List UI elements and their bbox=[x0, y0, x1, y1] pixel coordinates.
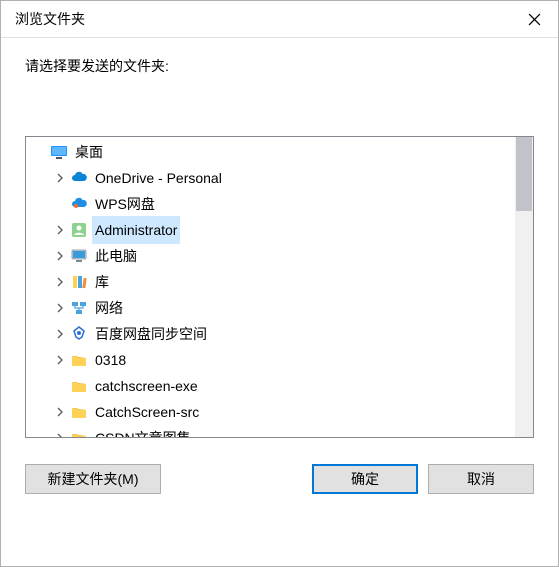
chevron-right-icon[interactable] bbox=[52, 222, 68, 238]
tree-item-label: CatchScreen-src bbox=[92, 398, 202, 426]
folder-tree-container: 桌面OneDrive - PersonalWPS网盘Administrator此… bbox=[25, 136, 534, 438]
tree-item-label: CSDN文章图集 bbox=[92, 424, 194, 437]
tree-item[interactable]: Administrator bbox=[26, 217, 515, 243]
folder-icon bbox=[70, 403, 88, 421]
user-icon-wrap bbox=[70, 221, 88, 239]
tree-item-label: 网络 bbox=[92, 294, 126, 322]
tree-item-label: OneDrive - Personal bbox=[92, 164, 225, 192]
thispc-icon bbox=[70, 247, 88, 265]
folder-icon bbox=[70, 351, 88, 369]
onedrive-icon-wrap bbox=[70, 169, 88, 187]
chevron-right-icon[interactable] bbox=[52, 274, 68, 290]
folder-icon-wrap bbox=[70, 429, 88, 437]
network-icon bbox=[70, 299, 88, 317]
chevron-right-icon[interactable] bbox=[52, 326, 68, 342]
baidu-icon-wrap bbox=[70, 325, 88, 343]
tree-item-label: 桌面 bbox=[72, 138, 106, 166]
tree-item[interactable]: CatchScreen-src bbox=[26, 399, 515, 425]
tree-item[interactable]: CSDN文章图集 bbox=[26, 425, 515, 437]
cancel-button[interactable]: 取消 bbox=[428, 464, 534, 494]
expander-placeholder bbox=[52, 196, 68, 212]
chevron-right-icon[interactable] bbox=[52, 404, 68, 420]
onedrive-icon bbox=[70, 169, 88, 187]
wps-icon bbox=[70, 195, 88, 213]
tree-item[interactable]: OneDrive - Personal bbox=[26, 165, 515, 191]
libraries-icon-wrap bbox=[70, 273, 88, 291]
folder-icon bbox=[70, 377, 88, 395]
folder-icon bbox=[70, 429, 88, 437]
chevron-right-icon[interactable] bbox=[52, 300, 68, 316]
tree-item[interactable]: catchscreen-exe bbox=[26, 373, 515, 399]
desktop-icon bbox=[50, 143, 68, 161]
folder-icon-wrap bbox=[70, 351, 88, 369]
folder-tree[interactable]: 桌面OneDrive - PersonalWPS网盘Administrator此… bbox=[26, 137, 515, 437]
folder-icon-wrap bbox=[70, 377, 88, 395]
new-folder-button[interactable]: 新建文件夹(M) bbox=[25, 464, 161, 494]
libraries-icon bbox=[70, 273, 88, 291]
prompt-label: 请选择要发送的文件夹: bbox=[25, 56, 534, 76]
tree-item-label: 此电脑 bbox=[92, 242, 140, 270]
tree-item[interactable]: 百度网盘同步空间 bbox=[26, 321, 515, 347]
close-icon bbox=[528, 13, 541, 26]
tree-item[interactable]: 网络 bbox=[26, 295, 515, 321]
window-title: 浏览文件夹 bbox=[15, 9, 85, 29]
tree-item-label: 百度网盘同步空间 bbox=[92, 320, 210, 348]
tree-item-label: WPS网盘 bbox=[92, 190, 158, 218]
folder-icon-wrap bbox=[70, 403, 88, 421]
scrollbar-thumb[interactable] bbox=[516, 137, 532, 211]
user-icon bbox=[70, 221, 88, 239]
chevron-right-icon[interactable] bbox=[52, 248, 68, 264]
wps-icon-wrap bbox=[70, 195, 88, 213]
expander-placeholder bbox=[52, 378, 68, 394]
tree-item[interactable]: WPS网盘 bbox=[26, 191, 515, 217]
tree-item-label: 0318 bbox=[92, 346, 129, 374]
tree-item[interactable]: 库 bbox=[26, 269, 515, 295]
tree-item-label: Administrator bbox=[92, 216, 180, 244]
ok-button[interactable]: 确定 bbox=[312, 464, 418, 494]
client-area: 请选择要发送的文件夹: 桌面OneDrive - PersonalWPS网盘Ad… bbox=[1, 38, 558, 566]
desktop-icon-wrap bbox=[50, 143, 68, 161]
thispc-icon-wrap bbox=[70, 247, 88, 265]
vertical-scrollbar[interactable] bbox=[515, 137, 533, 437]
expander-placeholder bbox=[32, 144, 48, 160]
chevron-right-icon[interactable] bbox=[52, 430, 68, 437]
chevron-right-icon[interactable] bbox=[52, 170, 68, 186]
close-button[interactable] bbox=[510, 1, 558, 37]
browse-folder-dialog: 浏览文件夹 请选择要发送的文件夹: 桌面OneDrive - PersonalW… bbox=[0, 0, 559, 567]
titlebar: 浏览文件夹 bbox=[1, 1, 558, 38]
tree-item[interactable]: 此电脑 bbox=[26, 243, 515, 269]
tree-root[interactable]: 桌面 bbox=[26, 139, 515, 165]
tree-item-label: 库 bbox=[92, 268, 112, 296]
baidu-icon bbox=[70, 325, 88, 343]
tree-item[interactable]: 0318 bbox=[26, 347, 515, 373]
network-icon-wrap bbox=[70, 299, 88, 317]
button-row: 新建文件夹(M) 确定 取消 bbox=[25, 438, 534, 512]
chevron-right-icon[interactable] bbox=[52, 352, 68, 368]
tree-item-label: catchscreen-exe bbox=[92, 372, 201, 400]
